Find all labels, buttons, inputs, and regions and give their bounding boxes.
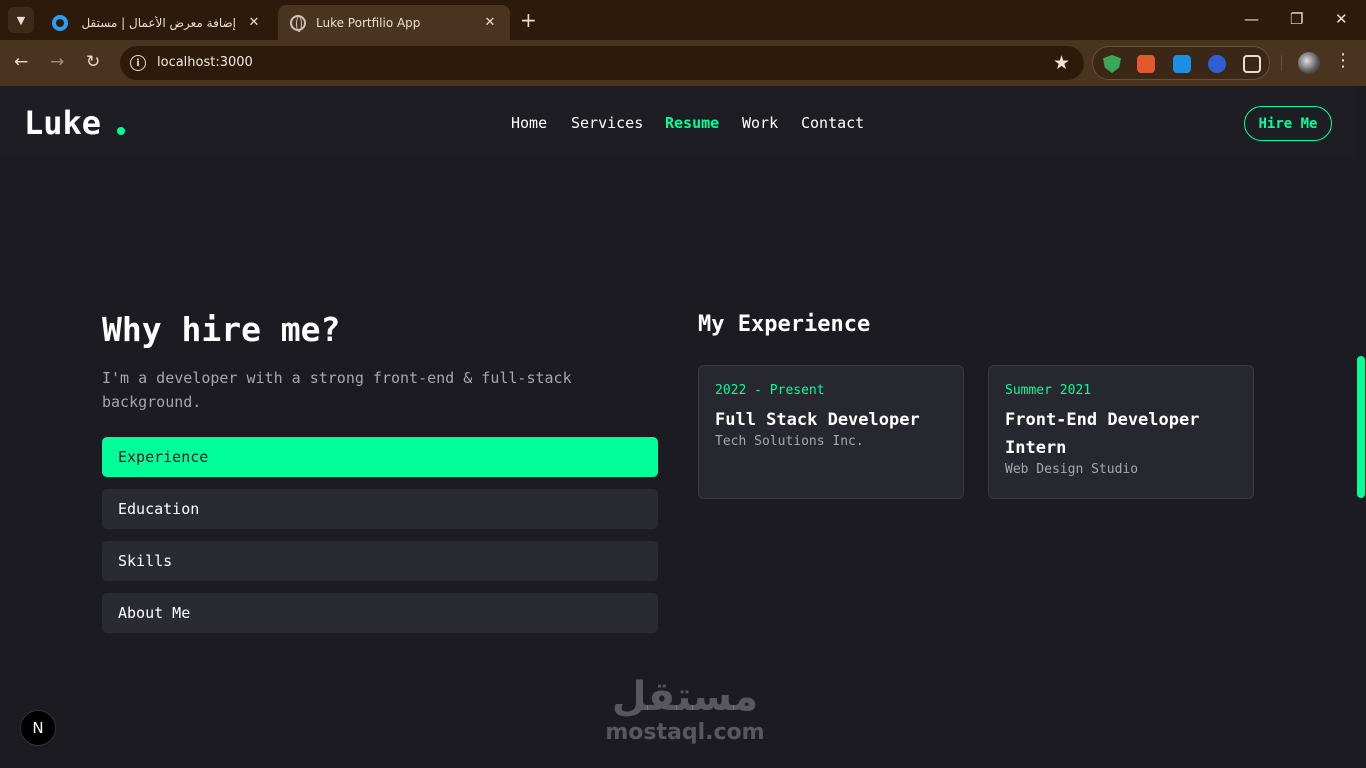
tab-experience[interactable]: Experience (102, 437, 658, 477)
tab-about-me[interactable]: About Me (102, 593, 658, 633)
nav-resume[interactable]: Resume (665, 114, 719, 132)
fox-extension-icon[interactable] (1137, 55, 1155, 73)
experience-role: Front-End Developer Intern (1005, 410, 1200, 458)
browser-tab-portfolio[interactable]: Luke Portfilio App ✕ (278, 5, 510, 40)
resume-description: I'm a developer with a strong front-end … (102, 369, 572, 411)
logo-dot (117, 127, 125, 135)
nav-contact[interactable]: Contact (801, 114, 864, 132)
minimize-icon[interactable]: — (1244, 10, 1259, 28)
site-header: Luke Home Services Resume Work Contact H… (0, 86, 1356, 158)
nav-home[interactable]: Home (511, 114, 547, 132)
close-tab-icon[interactable]: ✕ (482, 15, 498, 30)
experience-section-title: My Experience (698, 312, 871, 337)
site-logo[interactable]: Luke (24, 104, 101, 142)
profile-avatar[interactable] (1298, 52, 1320, 74)
tab-title: Luke Portfilio App (316, 15, 421, 30)
experience-date: 2022 - Present (715, 383, 825, 398)
experience-company: Web Design Studio (1005, 462, 1139, 477)
chevron-down-icon: ▼ (16, 13, 26, 27)
experience-card: 2022 - Present Full Stack Developer Tech… (698, 365, 964, 499)
experience-card: Summer 2021 Front-End Developer Intern W… (988, 365, 1254, 499)
address-bar[interactable]: i localhost:3000 ★ (120, 46, 1084, 80)
experience-role: Full Stack Developer (715, 410, 920, 430)
experience-company: Tech Solutions Inc. (715, 434, 864, 449)
browser-tab-bar: ▼ إضافة معرض الأعمال | مستقل ✕ Luke Port… (0, 0, 1366, 40)
tab-title: إضافة معرض الأعمال | مستقل (81, 15, 236, 30)
close-tab-icon[interactable]: ✕ (246, 15, 262, 30)
tab-search-button[interactable]: ▼ (8, 7, 34, 33)
url-text[interactable]: localhost:3000 (157, 55, 253, 70)
bookmark-star-icon[interactable]: ★ (1053, 52, 1070, 74)
close-window-icon[interactable]: ✕ (1335, 10, 1348, 28)
watermark-arabic-text: مستقل (611, 674, 759, 720)
mostaql-watermark: مستقل mostaql.com (600, 674, 770, 746)
back-arrow-icon[interactable]: ← (14, 52, 28, 72)
hire-me-button[interactable]: Hire Me (1244, 106, 1332, 141)
globe-icon (290, 14, 306, 32)
watermark-latin-text: mostaql.com (605, 720, 765, 745)
nav-work[interactable]: Work (742, 114, 778, 132)
scrollbar-thumb[interactable] (1357, 356, 1365, 498)
restore-icon[interactable]: ❐ (1290, 10, 1303, 28)
toolbar-divider (1281, 55, 1282, 71)
forward-arrow-icon[interactable]: → (50, 52, 64, 72)
puzzle-extensions-icon[interactable] (1243, 55, 1261, 73)
nav-services[interactable]: Services (571, 114, 643, 132)
mostaql-favicon-icon (52, 14, 68, 31)
shield-extension-icon[interactable] (1103, 55, 1121, 73)
browser-tab-mostaql[interactable]: إضافة معرض الأعمال | مستقل ✕ (40, 5, 274, 40)
site-info-icon[interactable]: i (130, 55, 146, 71)
nextjs-dev-badge[interactable]: N (20, 710, 56, 746)
pen-extension-icon[interactable] (1208, 55, 1226, 73)
browser-toolbar: ← → ↻ i localhost:3000 ★ ⋮ (0, 40, 1366, 86)
resume-title: Why hire me? (102, 310, 341, 349)
extensions-area (1092, 46, 1270, 80)
kebab-menu-icon[interactable]: ⋮ (1334, 50, 1352, 71)
tab-skills[interactable]: Skills (102, 541, 658, 581)
download-extension-icon[interactable] (1173, 55, 1191, 73)
page-viewport: Luke Home Services Resume Work Contact H… (0, 86, 1356, 768)
experience-date: Summer 2021 (1005, 383, 1092, 398)
page-scrollbar[interactable] (1356, 86, 1366, 768)
new-tab-button[interactable]: + (520, 8, 537, 32)
reload-icon[interactable]: ↻ (86, 52, 100, 72)
tab-education[interactable]: Education (102, 489, 658, 529)
